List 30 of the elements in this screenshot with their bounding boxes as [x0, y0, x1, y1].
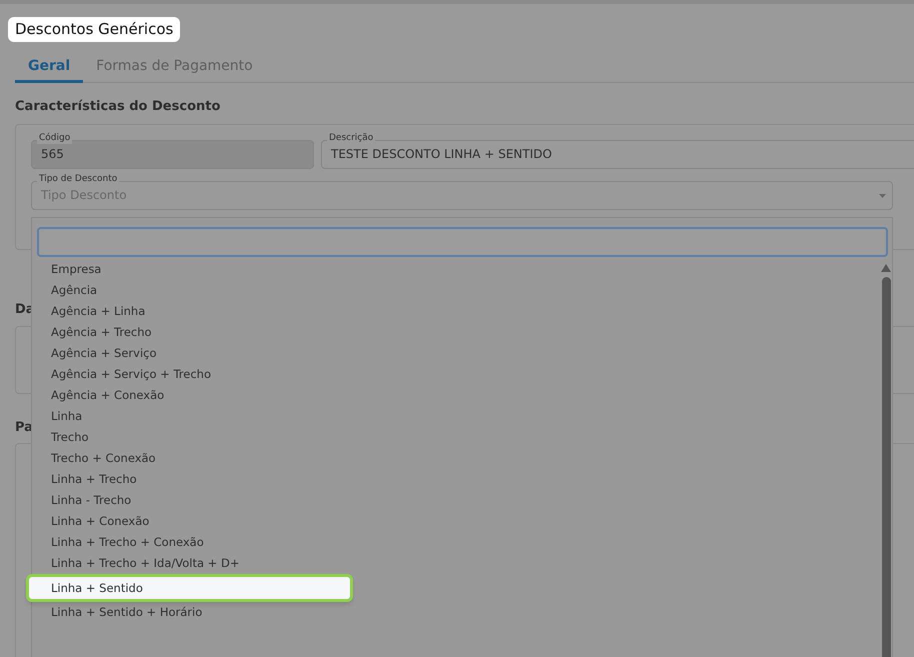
dropdown-option[interactable]: Empresa [32, 259, 106, 280]
field-label: Código [37, 133, 72, 144]
dropdown-option[interactable]: Agência + Serviço + Trecho [32, 364, 215, 385]
dropdown-option[interactable]: Linha - Trecho [32, 490, 136, 511]
field-value: 565 [41, 147, 64, 162]
tab[interactable]: Geral [15, 52, 84, 82]
field-value: TESTE DESCONTO LINHA + SENTIDO [331, 147, 552, 162]
field-label: Tipo de Desconto [37, 174, 120, 185]
dropdown-option[interactable]: Agência + Conexão [32, 385, 168, 406]
dropdown-option[interactable]: Linha + Trecho + Ida/Volta + D+ [32, 553, 244, 574]
dropdown-option[interactable]: Agência + Trecho [32, 322, 156, 343]
field-label: Descrição [327, 133, 376, 144]
dropdown-option[interactable]: Linha [32, 406, 86, 427]
scroll-up-icon[interactable] [881, 264, 891, 272]
dropdown-option[interactable]: Linha + Sentido [26, 574, 353, 602]
dropdown-option[interactable]: Agência + Linha [32, 301, 150, 322]
dropdown-option[interactable]: Trecho + Conexão [32, 448, 160, 469]
text-field[interactable]: TESTE DESCONTO LINHA + SENTIDO [321, 140, 914, 169]
dropdown-option[interactable]: Linha + Sentido + Horário [32, 602, 206, 623]
dropdown-option[interactable]: Linha + Conexão [32, 511, 154, 532]
dropdown-option[interactable]: Agência [32, 280, 102, 301]
section-heading: Características do Desconto [15, 98, 220, 116]
dropdown-option[interactable]: Agência + Serviço [32, 343, 161, 364]
dropdown-option[interactable]: Linha + Trecho + Conexão [32, 532, 208, 553]
dropdown-option[interactable]: Trecho [32, 427, 93, 448]
dropdown-option[interactable]: Linha + Trecho [32, 469, 141, 490]
search-field[interactable] [37, 227, 888, 257]
caret-icon [879, 194, 886, 198]
scrollbar-thumb[interactable] [882, 277, 891, 657]
page-title: Descontos Genéricos [8, 17, 180, 42]
